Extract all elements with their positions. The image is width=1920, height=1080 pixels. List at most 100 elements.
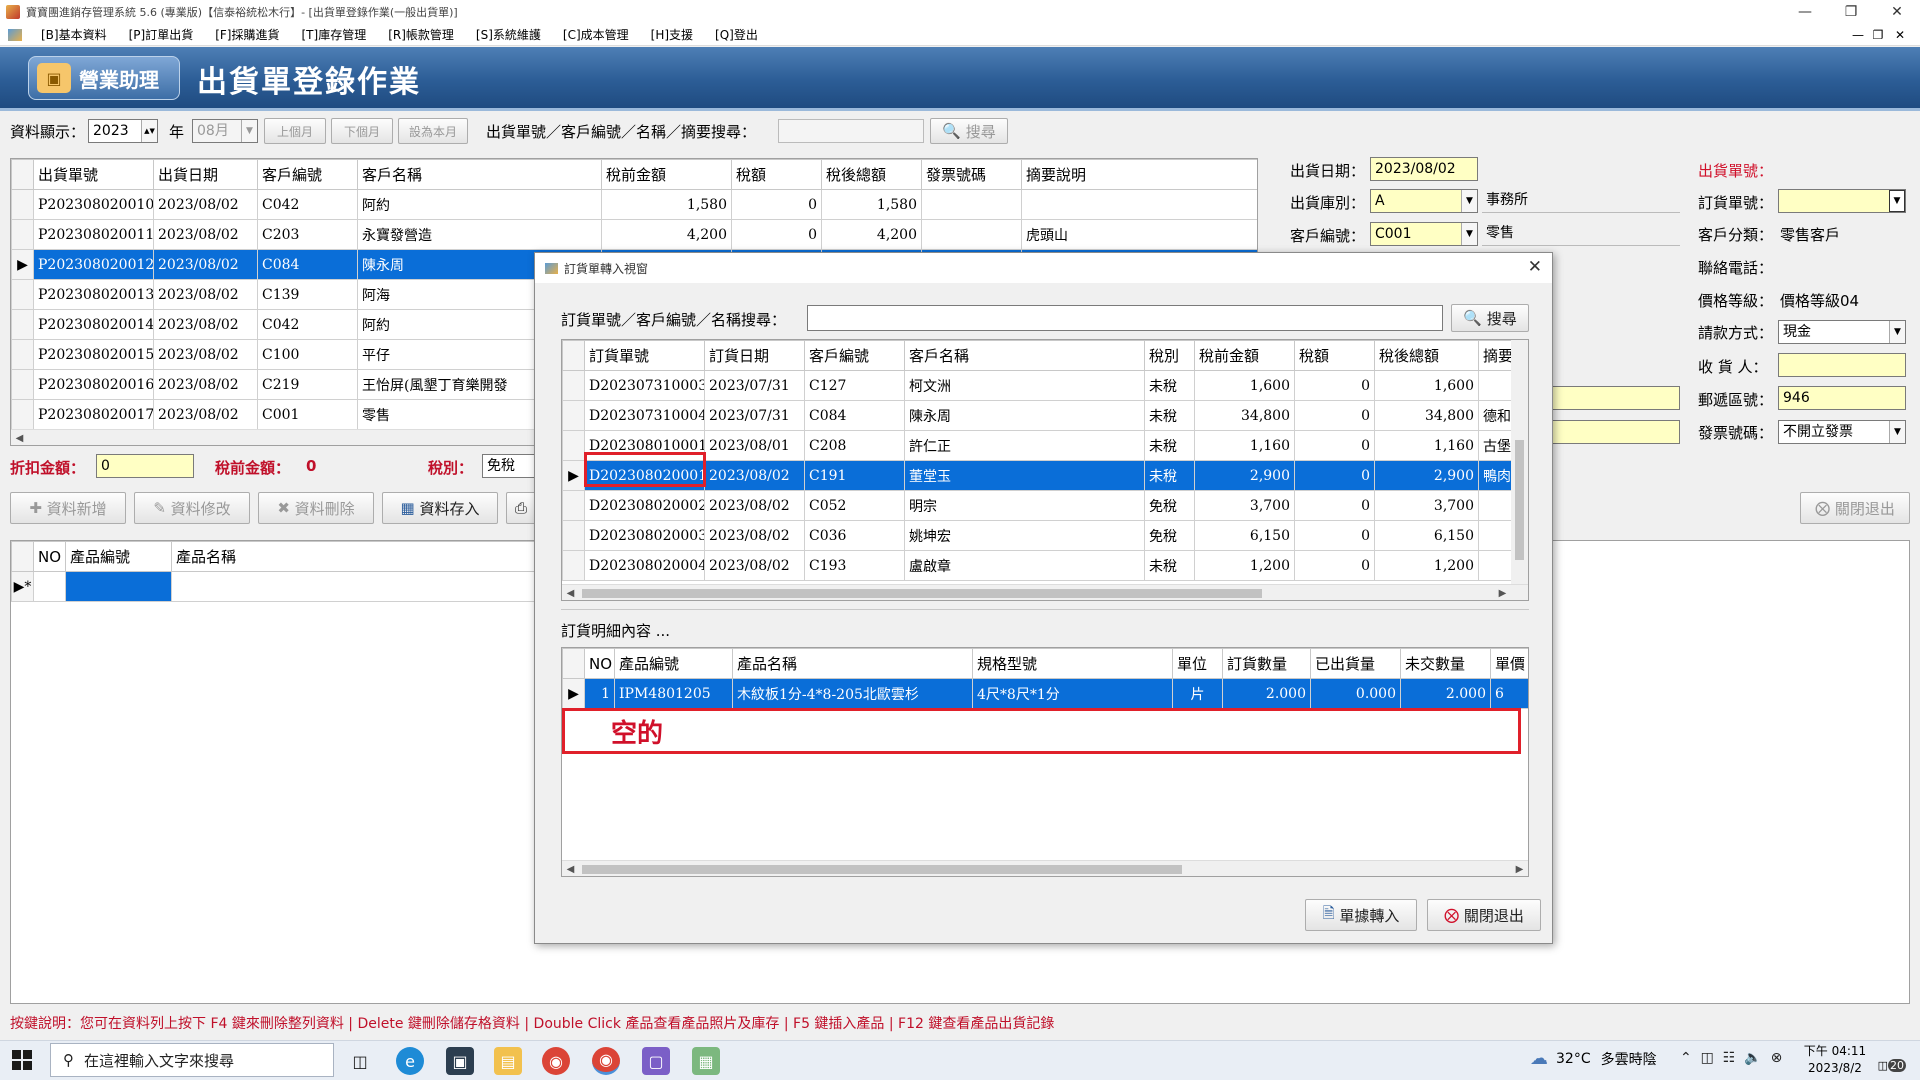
row-header[interactable]: [11, 399, 34, 430]
grid-cell[interactable]: C139: [257, 279, 358, 310]
grid-cell[interactable]: 陳永周: [904, 400, 1145, 431]
grid-cell[interactable]: 永寶發營造: [357, 219, 602, 250]
grid-cell[interactable]: 6: [1490, 678, 1528, 709]
col-order-customer-name[interactable]: 客戶名稱: [904, 340, 1145, 371]
grid-cell[interactable]: P202308020014: [33, 309, 154, 340]
grid-cell[interactable]: 2023/08/02: [153, 279, 258, 310]
grid-cell[interactable]: [1021, 189, 1257, 220]
warehouse-select[interactable]: A ▼: [1370, 189, 1478, 213]
col-order-tax-type[interactable]: 稅別: [1144, 340, 1195, 371]
row-header[interactable]: ▶: [562, 678, 585, 709]
grid-cell[interactable]: 2023/08/02: [153, 309, 258, 340]
grid-cell[interactable]: 2023/08/02: [153, 219, 258, 250]
grid-cell[interactable]: 免稅: [1144, 490, 1195, 521]
grid-cell[interactable]: 2023/08/02: [704, 460, 805, 491]
receiver-input[interactable]: [1778, 353, 1906, 377]
grid-cell[interactable]: 阿約: [357, 189, 602, 220]
grid-cell[interactable]: 0: [1294, 550, 1375, 581]
col-memo[interactable]: 摘要說明: [1021, 159, 1257, 190]
mdi-restore[interactable]: ❐: [1868, 24, 1888, 46]
ship-date-input[interactable]: 2023/08/02: [1370, 157, 1478, 181]
col-order-no[interactable]: 訂貨單號: [584, 340, 705, 371]
row-header[interactable]: [562, 370, 585, 401]
edge-icon[interactable]: e: [396, 1047, 424, 1075]
order-grid-hscroll[interactable]: ◀ ▶: [562, 584, 1528, 600]
grid-cell[interactable]: 2.000: [1222, 678, 1311, 709]
col-order-date[interactable]: 訂貨日期: [704, 340, 805, 371]
grid-cell[interactable]: P202308020012: [33, 249, 154, 280]
grid-cell[interactable]: D202308020004: [584, 550, 705, 581]
grid-cell[interactable]: P202308020016: [33, 369, 154, 400]
grid-cell[interactable]: 2023/08/02: [704, 490, 805, 521]
grid-cell[interactable]: [921, 219, 1022, 250]
col-detail-pending-qty[interactable]: 未交數量: [1400, 648, 1491, 679]
grid-cell[interactable]: 34,800: [1374, 400, 1479, 431]
next-month-button[interactable]: 下個月: [331, 118, 393, 144]
grid-cell[interactable]: C219: [257, 369, 358, 400]
erp-app-icon[interactable]: ▦: [692, 1047, 720, 1075]
taskbar-search-input[interactable]: ⚲ 在這裡輸入文字來搜尋: [50, 1043, 334, 1077]
start-button[interactable]: [12, 1050, 32, 1070]
tax-type-select[interactable]: 免稅: [482, 454, 542, 478]
zip-input[interactable]: 946: [1778, 386, 1906, 410]
col-detail-product-id[interactable]: 產品編號: [614, 648, 733, 679]
grid-cell[interactable]: 未稅: [1144, 460, 1195, 491]
menu-cost[interactable]: [C]成本管理: [552, 26, 640, 43]
dialog-exit-button[interactable]: ⨂ 關閉退出: [1427, 899, 1541, 931]
year-spinner[interactable]: 2023 ▲▼: [88, 119, 158, 143]
chrome-icon[interactable]: ◉: [542, 1047, 570, 1075]
grid-cell[interactable]: 0: [1294, 490, 1375, 521]
col-detail-no[interactable]: NO: [584, 648, 615, 679]
row-header[interactable]: [11, 279, 34, 310]
grid-cell[interactable]: P202308020010: [33, 189, 154, 220]
grid-cell[interactable]: 董堂玉: [904, 460, 1145, 491]
order-no-select[interactable]: ▼: [1778, 189, 1906, 213]
col-tax[interactable]: 稅額: [731, 159, 822, 190]
grid-cell[interactable]: 6,150: [1374, 520, 1479, 551]
month-select[interactable]: 08月 ▼: [192, 119, 258, 143]
grid-cell[interactable]: C208: [804, 430, 905, 461]
grid-cell[interactable]: C001: [257, 399, 358, 430]
grid-cell[interactable]: C193: [804, 550, 905, 581]
address-input-1[interactable]: [1552, 386, 1680, 410]
row-header[interactable]: [562, 520, 585, 551]
grid-cell[interactable]: 34,800: [1194, 400, 1295, 431]
grid-cell[interactable]: P202308020015: [33, 339, 154, 370]
this-month-button[interactable]: 設為本月: [398, 118, 468, 144]
grid-cell[interactable]: 1,580: [601, 189, 732, 220]
volume-icon[interactable]: 🔈: [1744, 1050, 1761, 1066]
menu-logout[interactable]: [Q]登出: [704, 26, 769, 43]
grid-cell[interactable]: P202308020013: [33, 279, 154, 310]
grid-cell[interactable]: 1,160: [1374, 430, 1479, 461]
dialog-search-input[interactable]: [807, 305, 1443, 331]
grid-cell[interactable]: 0: [1294, 520, 1375, 551]
shipping-row[interactable]: P202308020011 2023/08/02 C203 永寶發營造 4,200 0 4,…: [11, 219, 1257, 250]
grid-cell[interactable]: 3,700: [1194, 490, 1295, 521]
col-product-id[interactable]: 產品編號: [65, 541, 172, 572]
file-explorer-icon[interactable]: ▤: [494, 1047, 522, 1075]
mdi-close[interactable]: ✕: [1890, 24, 1910, 46]
grid-cell[interactable]: C036: [804, 520, 905, 551]
grid-cell[interactable]: 片: [1172, 678, 1223, 709]
col-ship-date[interactable]: 出貨日期: [153, 159, 258, 190]
menu-basic[interactable]: [B]基本資料: [30, 26, 118, 43]
order-row[interactable]: D202308020004 2023/08/02 C193 盧啟章 未稅 1,200 0 1,…: [562, 550, 1528, 581]
print-button[interactable]: ⎙: [506, 492, 536, 524]
transfer-button[interactable]: 🗎 單據轉入: [1305, 899, 1417, 931]
grid-cell[interactable]: C203: [257, 219, 358, 250]
grid-cell[interactable]: 未稅: [1144, 550, 1195, 581]
grid-cell[interactable]: C100: [257, 339, 358, 370]
order-row[interactable]: D202308010001 2023/08/01 C208 許仁正 未稅 1,160 0 1,…: [562, 430, 1528, 461]
grid-cell[interactable]: C052: [804, 490, 905, 521]
chrome-icon-2[interactable]: ◉: [592, 1047, 620, 1075]
detail-grid-hscroll[interactable]: ◀ ▶: [562, 860, 1528, 876]
save-record-button[interactable]: ▦ 資料存入: [382, 492, 498, 524]
network-icon[interactable]: ◫: [1701, 1050, 1714, 1066]
shipping-row[interactable]: P202308020010 2023/08/02 C042 阿約 1,580 0 1,580…: [11, 189, 1257, 220]
delete-record-button[interactable]: ✖ 資料刪除: [258, 492, 374, 524]
menu-order[interactable]: [P]訂單出貨: [118, 26, 205, 43]
mdi-minimize[interactable]: —: [1848, 24, 1868, 46]
grid-cell[interactable]: IPM4801205: [614, 678, 733, 709]
grid-cell[interactable]: 1,160: [1194, 430, 1295, 461]
edit-record-button[interactable]: ✎ 資料修改: [134, 492, 250, 524]
